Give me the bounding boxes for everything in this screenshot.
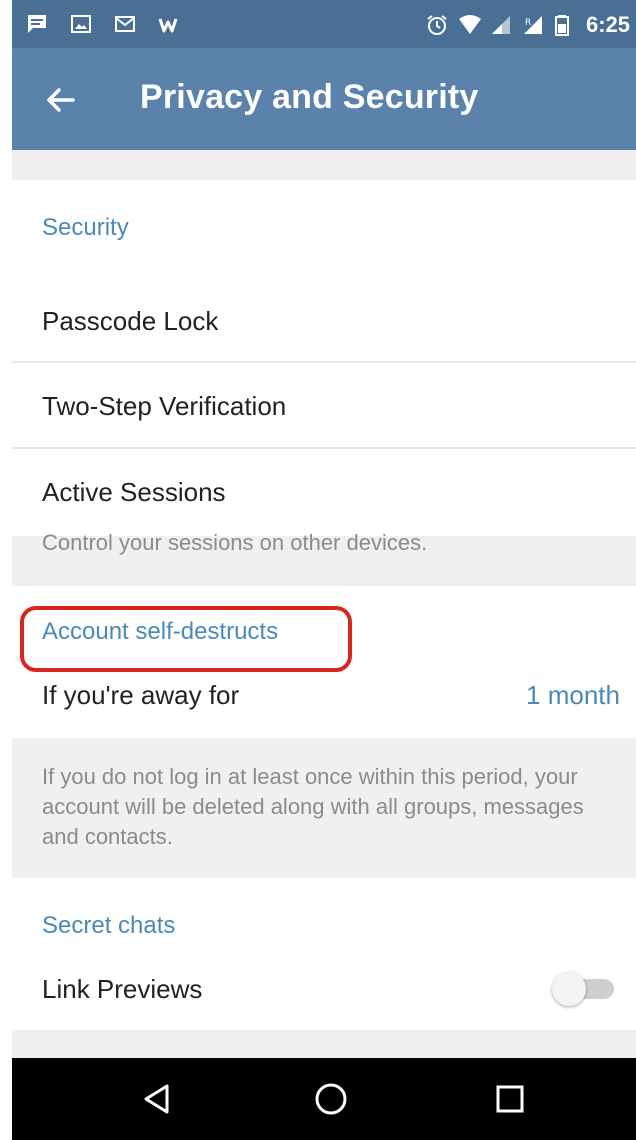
page-title: Privacy and Security <box>140 78 479 116</box>
alarm-icon <box>426 14 448 36</box>
section-title-secret-chats: Secret chats <box>42 912 176 939</box>
arrow-back-icon <box>47 88 75 112</box>
row-label: Link Previews <box>42 974 203 1004</box>
row-label: Active Sessions <box>42 477 226 507</box>
status-time: 6:25 <box>585 12 630 37</box>
toggle-knob <box>552 972 586 1006</box>
nav-home-button[interactable] <box>313 1081 349 1117</box>
roaming-signal-icon: R <box>522 14 544 36</box>
away-for-value: 1 month <box>526 680 620 710</box>
wifi-icon <box>458 14 481 36</box>
setting-row-two-step-verification[interactable]: Two-Step Verification <box>12 364 636 450</box>
screen: R 6:25 Privacy and Security Security Pas… <box>0 0 636 1140</box>
link-previews-toggle[interactable] <box>552 972 614 1006</box>
setting-row-link-previews[interactable]: Link Previews <box>12 944 636 1030</box>
mail-icon <box>114 13 136 35</box>
setting-row-active-sessions[interactable]: Active Sessions <box>12 450 636 536</box>
nav-recents-button[interactable] <box>492 1081 528 1117</box>
row-label: Two-Step Verification <box>42 391 287 421</box>
settings-content: Security Passcode Lock Two-Step Verifica… <box>12 150 636 1058</box>
back-button[interactable] <box>42 82 78 118</box>
secret-chats-card: Secret chats Link Previews <box>12 878 636 1030</box>
row-label: If you're away for <box>42 680 240 710</box>
message-icon <box>26 13 48 35</box>
app-bar: Privacy and Security <box>12 48 636 150</box>
row-label: Passcode Lock <box>42 306 219 336</box>
divider <box>12 447 636 449</box>
security-card: Security Passcode Lock Two-Step Verifica… <box>12 180 636 536</box>
section-title-security: Security <box>42 214 129 241</box>
recents-square-icon <box>496 1085 524 1113</box>
signal-icon <box>490 14 512 36</box>
svg-text:R: R <box>525 18 531 28</box>
highlight-annotation <box>20 606 352 672</box>
sessions-note: Control your sessions on other devices. <box>42 530 428 555</box>
setting-row-passcode-lock[interactable]: Passcode Lock <box>12 278 636 364</box>
image-icon <box>70 13 92 35</box>
w-app-icon <box>158 13 180 35</box>
home-circle-icon <box>315 1083 347 1115</box>
navigation-bar <box>12 1058 636 1140</box>
status-bar: R 6:25 <box>12 0 636 48</box>
back-triangle-icon <box>144 1084 169 1114</box>
nav-back-button[interactable] <box>139 1081 175 1117</box>
self-destruct-note: If you do not log in at least once withi… <box>42 764 584 849</box>
divider <box>12 361 636 363</box>
battery-icon <box>554 14 576 36</box>
